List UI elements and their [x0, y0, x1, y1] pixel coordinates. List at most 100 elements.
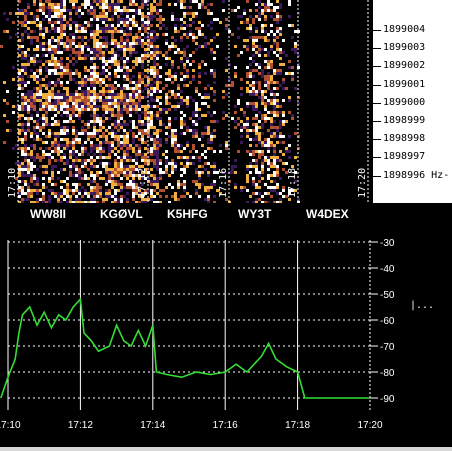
waterfall-pixel [138, 132, 141, 135]
waterfall-pixel [78, 183, 81, 186]
waterfall-pixel [255, 108, 258, 111]
waterfall-pixel [198, 177, 201, 180]
waterfall-pixel [132, 177, 135, 180]
waterfall-pixel [207, 111, 210, 114]
waterfall-pixel [66, 132, 69, 135]
waterfall-pixel [282, 153, 285, 156]
waterfall-pixel [273, 42, 276, 45]
waterfall-pixel [180, 18, 183, 21]
waterfall-pixel [255, 102, 258, 105]
waterfall-pixel [171, 195, 174, 198]
waterfall-pixel [123, 24, 126, 27]
waterfall-pixel [54, 39, 57, 42]
waterfall-pixel [81, 96, 84, 99]
waterfall-pixel [246, 66, 249, 69]
waterfall-pixel [174, 72, 177, 75]
waterfall-pixel [39, 24, 42, 27]
waterfall-pixel [30, 144, 33, 147]
waterfall-pixel [276, 105, 279, 108]
waterfall-pixel [264, 18, 267, 21]
waterfall-pixel [180, 72, 183, 75]
callsign-label: KGØVL [100, 207, 143, 221]
waterfall-pixel [117, 189, 120, 192]
waterfall-pixel [102, 165, 105, 168]
waterfall-pixel [105, 24, 108, 27]
waterfall-pixel [93, 177, 96, 180]
waterfall-pixel [231, 81, 234, 84]
waterfall-pixel [186, 159, 189, 162]
waterfall-pixel [141, 81, 144, 84]
waterfall-pixel [138, 117, 141, 120]
waterfall-pixel [243, 114, 246, 117]
waterfall-pixel [276, 36, 279, 39]
waterfall-pixel [48, 3, 51, 6]
waterfall-pixel [81, 45, 84, 48]
waterfall-pixel [51, 3, 54, 6]
waterfall-pixel [132, 150, 135, 153]
waterfall-pixel [93, 129, 96, 132]
waterfall-pixel [51, 72, 54, 75]
waterfall-pixel [198, 75, 201, 78]
waterfall-pixel [63, 93, 66, 96]
waterfall-pixel [153, 141, 156, 144]
waterfall-pixel [6, 120, 9, 123]
waterfall-pixel [51, 156, 54, 159]
waterfall-pixel [159, 102, 162, 105]
waterfall-pixel [264, 105, 267, 108]
waterfall-pixel [144, 123, 147, 126]
waterfall-pixel [42, 120, 45, 123]
waterfall-pixel [291, 24, 294, 27]
waterfall-pixel [144, 111, 147, 114]
waterfall-pixel [108, 168, 111, 171]
waterfall-pixel [39, 69, 42, 72]
waterfall-pixel [261, 36, 264, 39]
waterfall-pixel [111, 51, 114, 54]
waterfall-pixel [114, 63, 117, 66]
waterfall-pixel [162, 54, 165, 57]
waterfall-pixel [156, 81, 159, 84]
waterfall-pixel [99, 45, 102, 48]
waterfall-pixel [144, 153, 147, 156]
waterfall-pixel [144, 42, 147, 45]
waterfall-pixel [30, 108, 33, 111]
waterfall-pixel [204, 102, 207, 105]
waterfall-pixel [123, 141, 126, 144]
waterfall-pixel [261, 3, 264, 6]
waterfall-pixel [150, 57, 153, 60]
waterfall-pixel [198, 183, 201, 186]
waterfall-pixel [45, 186, 48, 189]
waterfall-pixel [201, 33, 204, 36]
waterfall-pixel [255, 114, 258, 117]
waterfall-pixel [258, 90, 261, 93]
waterfall-pixel [21, 66, 24, 69]
waterfall-pixel [174, 129, 177, 132]
waterfall-pixel [159, 15, 162, 18]
waterfall-pixel [180, 27, 183, 30]
waterfall-pixel [114, 132, 117, 135]
waterfall-pixel [174, 162, 177, 165]
waterfall-pixel [66, 114, 69, 117]
waterfall-pixel [108, 30, 111, 33]
waterfall-time-label: 17:12 [137, 168, 148, 198]
waterfall-pixel [48, 30, 51, 33]
waterfall-pixel [126, 138, 129, 141]
waterfall-pixel [159, 75, 162, 78]
waterfall-pixel [51, 171, 54, 174]
waterfall-pixel [120, 117, 123, 120]
waterfall-pixel [234, 165, 237, 168]
waterfall-pixel [42, 84, 45, 87]
waterfall-pixel [156, 54, 159, 57]
waterfall-pixel [237, 27, 240, 30]
waterfall-pixel [171, 18, 174, 21]
waterfall-pixel [150, 84, 153, 87]
waterfall-pixel [90, 105, 93, 108]
waterfall-pixel [261, 132, 264, 135]
waterfall-pixel [144, 141, 147, 144]
waterfall-pixel [186, 99, 189, 102]
waterfall-pixel [165, 51, 168, 54]
waterfall-pixel [276, 81, 279, 84]
waterfall-pixel [168, 78, 171, 81]
waterfall-pixel [57, 177, 60, 180]
waterfall-pixel [213, 111, 216, 114]
waterfall-pixel [72, 126, 75, 129]
